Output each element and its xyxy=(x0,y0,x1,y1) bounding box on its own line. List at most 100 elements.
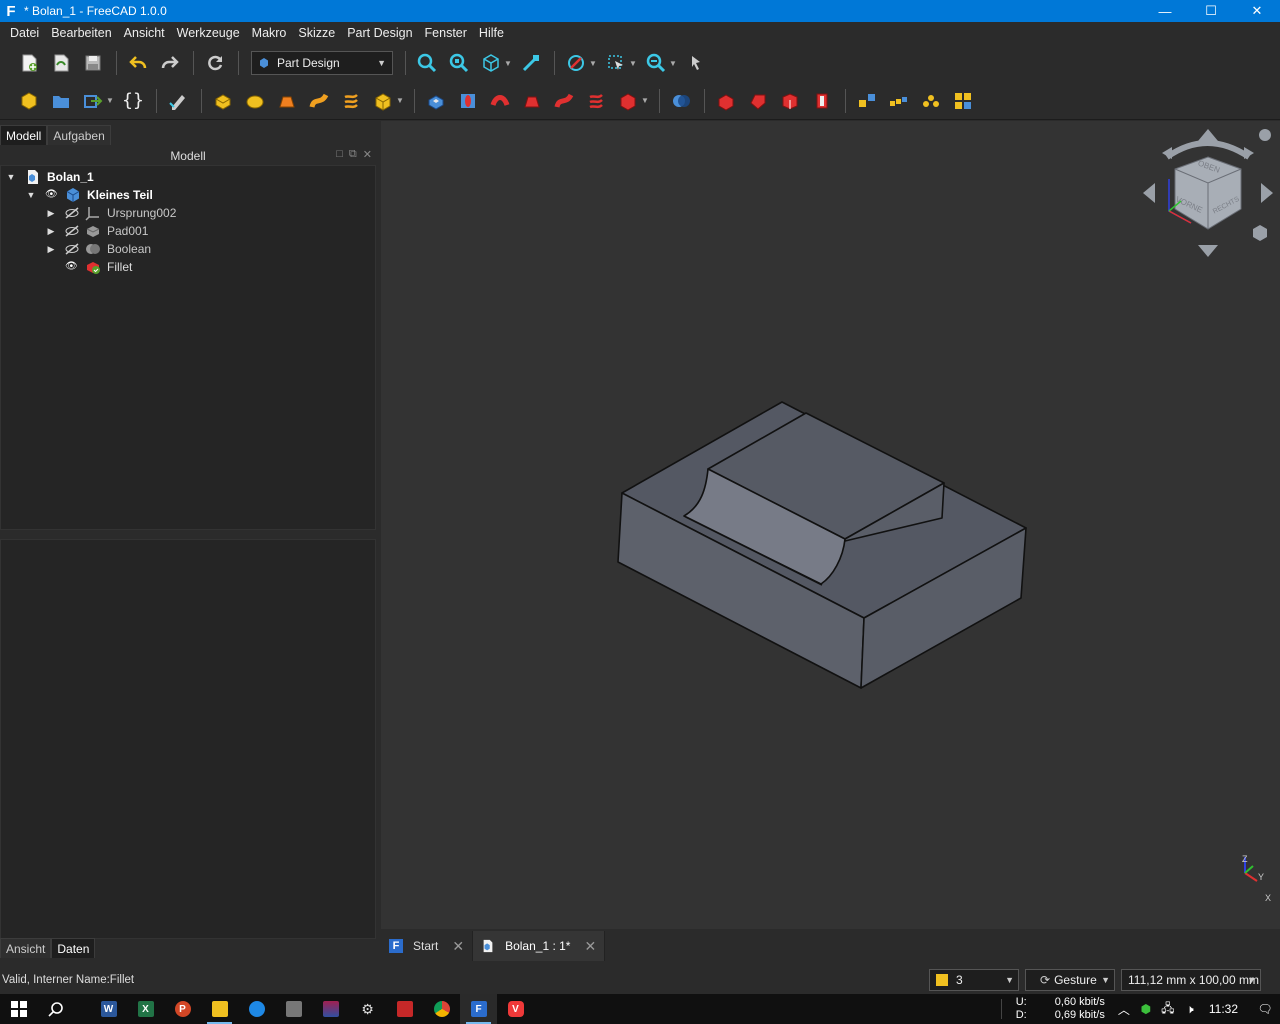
tree-item-kleines-teil[interactable]: ▼ 👁 Kleines Teil xyxy=(25,186,153,204)
groove-button[interactable] xyxy=(485,86,515,116)
create-sketch-button[interactable] xyxy=(163,86,193,116)
rotate-left-icon[interactable] xyxy=(1162,147,1172,159)
dimension-display[interactable]: 111,12 mm x 100,00 mm ▼ xyxy=(1121,969,1261,991)
fillet-button[interactable] xyxy=(711,86,741,116)
save-button[interactable] xyxy=(78,48,108,78)
arrow-up-icon[interactable] xyxy=(1198,129,1218,141)
arrow-down-icon[interactable] xyxy=(1198,245,1218,257)
model-solid[interactable] xyxy=(617,401,1027,689)
boolean-button[interactable] xyxy=(666,86,696,116)
subtractive-loft-button[interactable] xyxy=(517,86,547,116)
menu-hilfe[interactable]: Hilfe xyxy=(473,26,510,40)
tab-bolan-1[interactable]: Bolan_1 : 1* ✕ xyxy=(473,931,606,961)
subtractive-pipe-button[interactable] xyxy=(549,86,579,116)
tab-start[interactable]: F Start ✕ xyxy=(381,931,474,961)
visibility-hidden-icon[interactable] xyxy=(65,207,79,219)
polar-pattern-button[interactable] xyxy=(916,86,946,116)
workbench-selector[interactable]: Part Design ▼ xyxy=(251,51,393,75)
subtractive-helix-button[interactable] xyxy=(581,86,611,116)
expand-icon[interactable]: ▶ xyxy=(45,208,57,219)
rotate-arrow-icon[interactable] xyxy=(1165,140,1251,160)
navcube-home-icon[interactable] xyxy=(1253,225,1267,241)
3d-scene[interactable]: OBEN VORNE RECHTS Z Y X xyxy=(381,121,1280,929)
arrow-left-icon[interactable] xyxy=(1143,183,1155,203)
tab-ansicht[interactable]: Ansicht xyxy=(0,938,52,958)
tree-item-boolean[interactable]: ▶ Boolean xyxy=(45,240,152,258)
collapse-icon[interactable]: □ xyxy=(336,148,343,161)
arrow-right-icon[interactable] xyxy=(1261,183,1273,203)
taskbar-app-red[interactable] xyxy=(386,994,423,1024)
start-button[interactable] xyxy=(0,994,37,1024)
expand-icon[interactable]: ▼ xyxy=(25,190,37,200)
taskbar-freecad[interactable]: F xyxy=(460,994,497,1024)
hole-button[interactable] xyxy=(453,86,483,116)
shield-icon[interactable]: ⬢ xyxy=(1135,1002,1157,1016)
multi-transform-button[interactable] xyxy=(948,86,978,116)
maximize-button[interactable]: ☐ xyxy=(1188,0,1234,22)
float-icon[interactable]: ⧉ xyxy=(349,148,357,161)
draft-button[interactable] xyxy=(775,86,805,116)
close-tab-icon[interactable]: ✕ xyxy=(452,938,464,955)
fit-all-button[interactable] xyxy=(412,48,442,78)
taskbar-chrome[interactable] xyxy=(423,994,460,1024)
linear-pattern-button[interactable] xyxy=(884,86,914,116)
pad-button[interactable] xyxy=(208,86,238,116)
speaker-muted-icon[interactable]: 🕨 xyxy=(1179,1002,1201,1017)
taskbar-powerpoint[interactable]: P xyxy=(164,994,201,1024)
draw-style-button[interactable] xyxy=(561,48,591,78)
standard-views-button[interactable] xyxy=(476,48,506,78)
additive-primitive-button[interactable] xyxy=(368,86,398,116)
tree-item-ursprung002[interactable]: ▶ Ursprung002 xyxy=(45,204,176,222)
menu-ansicht[interactable]: Ansicht xyxy=(118,26,171,40)
measure-button[interactable] xyxy=(516,48,546,78)
new-document-button[interactable] xyxy=(14,48,44,78)
tab-aufgaben[interactable]: Aufgaben xyxy=(47,125,111,145)
subtractive-primitive-button[interactable] xyxy=(613,86,643,116)
whats-this-button[interactable] xyxy=(681,48,711,78)
visibility-eye-icon[interactable]: 👁 xyxy=(45,189,59,201)
menu-skizze[interactable]: Skizze xyxy=(292,26,341,40)
network-icon[interactable]: 🖧 xyxy=(1157,999,1179,1020)
layer-selector[interactable]: 3 ▼ xyxy=(929,969,1019,991)
taskbar-excel[interactable]: X xyxy=(127,994,164,1024)
menu-makro[interactable]: Makro xyxy=(246,26,293,40)
navigation-style-selector[interactable]: ⟳ Gesture ▼ xyxy=(1025,969,1115,991)
minimize-button[interactable]: — xyxy=(1142,0,1188,22)
expand-icon[interactable]: ▶ xyxy=(45,226,57,237)
revolution-button[interactable] xyxy=(240,86,270,116)
refresh-button[interactable] xyxy=(200,48,230,78)
redo-button[interactable] xyxy=(155,48,185,78)
mirrored-button[interactable] xyxy=(852,86,882,116)
chevron-up-icon[interactable]: ︿ xyxy=(1113,1001,1135,1018)
expand-icon[interactable]: ▶ xyxy=(45,244,57,255)
create-body-button[interactable] xyxy=(14,86,44,116)
close-tab-icon[interactable]: ✕ xyxy=(584,938,596,955)
navcube-menu-icon[interactable] xyxy=(1259,129,1271,141)
visibility-hidden-icon[interactable] xyxy=(65,243,79,255)
taskbar-word[interactable]: W xyxy=(90,994,127,1024)
expand-icon[interactable]: ▼ xyxy=(5,172,17,182)
close-button[interactable]: ✕ xyxy=(1234,0,1280,22)
clone-button[interactable]: {} xyxy=(118,86,148,116)
additive-helix-button[interactable] xyxy=(336,86,366,116)
thickness-button[interactable] xyxy=(807,86,837,116)
taskbar-winrar[interactable] xyxy=(312,994,349,1024)
additive-loft-button[interactable] xyxy=(272,86,302,116)
tree-item-bolan-1[interactable]: ▼ Bolan_1 xyxy=(5,168,94,186)
taskbar-vivaldi[interactable]: V xyxy=(497,994,534,1024)
visibility-eye-icon[interactable]: 👁 xyxy=(65,261,79,273)
search-button[interactable] xyxy=(37,994,74,1024)
rotate-right-icon[interactable] xyxy=(1244,147,1254,159)
menu-bearbeiten[interactable]: Bearbeiten xyxy=(45,26,117,40)
close-icon[interactable]: ✕ xyxy=(363,148,372,161)
taskbar-calculator[interactable] xyxy=(275,994,312,1024)
3d-viewport[interactable]: OBEN VORNE RECHTS Z Y X xyxy=(381,121,1280,929)
chamfer-button[interactable] xyxy=(743,86,773,116)
clock[interactable]: 11:32 xyxy=(1209,1002,1238,1016)
tab-daten[interactable]: Daten xyxy=(51,938,96,958)
notification-icon[interactable]: 🗨 xyxy=(1250,1002,1280,1016)
tab-modell[interactable]: Modell xyxy=(0,125,48,145)
zoom-button[interactable] xyxy=(641,48,671,78)
navigation-cube[interactable]: OBEN VORNE RECHTS xyxy=(1143,129,1273,257)
menu-part-design[interactable]: Part Design xyxy=(341,26,418,40)
